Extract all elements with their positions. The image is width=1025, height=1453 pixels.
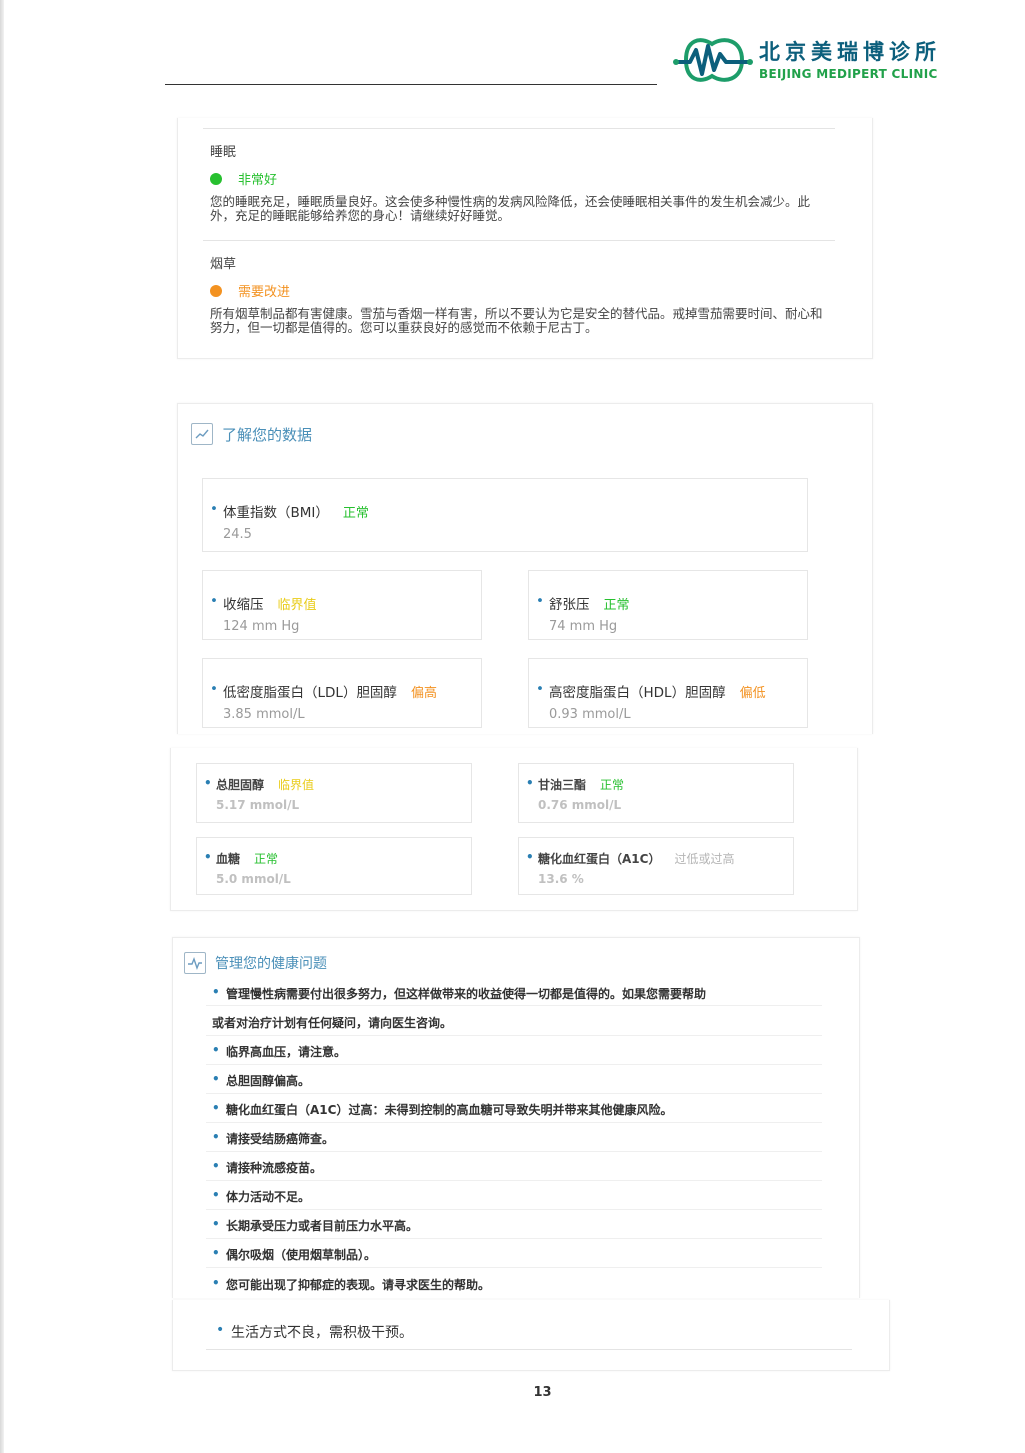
page-number: 13 — [533, 1385, 552, 1400]
metric-name: 甘油三酯正常 — [526, 776, 625, 793]
manage-item: 长期承受压力或者目前压力水平高。 — [212, 1217, 418, 1234]
divider — [203, 240, 835, 241]
manage-item: 请接种流感疫苗。 — [212, 1159, 322, 1176]
metric-status: 临界值 — [277, 598, 317, 613]
metric-status: 偏低 — [739, 686, 766, 701]
metric-value: 0.76 mmol/L — [538, 798, 622, 812]
divider — [206, 1209, 822, 1210]
page-edge-shadow — [0, 0, 4, 1453]
metric-status: 正常 — [254, 852, 279, 866]
header-rule — [165, 84, 657, 85]
metric-value: 24.5 — [223, 527, 252, 542]
pulse-icon — [184, 952, 206, 974]
metric-a1c: 糖化血红蛋白（A1C）过低或过高 13.6 % — [518, 837, 794, 895]
manage-intro-continued: 或者对治疗计划有任何疑问，请向医生咨询。 — [212, 1016, 453, 1030]
manage-item: 请接受结肠癌筛查。 — [212, 1130, 334, 1147]
manage-health-title: 管理您的健康问题 — [215, 956, 327, 972]
metric-value: 13.6 % — [538, 872, 584, 886]
divider — [206, 1238, 822, 1239]
manage-item: 临界高血压，请注意。 — [212, 1043, 346, 1060]
metric-value: 0.93 mmol/L — [549, 707, 631, 722]
metric-total-cholesterol: 总胆固醇临界值 5.17 mmol/L — [196, 763, 472, 823]
manage-item: 总胆固醇偏高。 — [212, 1072, 310, 1089]
logo-name-en: BEIJING MEDIPERT CLINIC — [759, 67, 938, 81]
divider — [206, 1267, 822, 1268]
logo-name-cn: 北京美瑞博诊所 — [759, 40, 941, 64]
metric-name: 体重指数（BMI）正常 — [210, 501, 369, 521]
tobacco-title: 烟草 — [210, 257, 237, 272]
metric-value: 74 mm Hg — [549, 619, 618, 634]
metric-triglycerides: 甘油三酯正常 0.76 mmol/L — [518, 763, 794, 823]
metric-hdl: 高密度脂蛋白（HDL）胆固醇偏低 0.93 mmol/L — [528, 658, 808, 728]
metric-diastolic: 舒张压正常 74 mm Hg — [528, 570, 808, 640]
metric-status: 临界值 — [278, 778, 315, 792]
metric-name: 高密度脂蛋白（HDL）胆固醇偏低 — [536, 681, 766, 701]
divider — [206, 1035, 822, 1036]
metric-value: 3.85 mmol/L — [223, 707, 305, 722]
metric-name: 舒张压正常 — [536, 593, 630, 613]
metric-name: 总胆固醇临界值 — [204, 776, 315, 793]
know-data-title: 了解您的数据 — [222, 426, 313, 444]
divider — [206, 1180, 822, 1181]
divider — [206, 1093, 822, 1094]
manage-item: 体力活动不足。 — [212, 1188, 310, 1205]
clinic-logo-icon — [673, 38, 753, 82]
metric-value: 5.0 mmol/L — [216, 872, 291, 886]
metric-name: 糖化血红蛋白（A1C）过低或过高 — [526, 850, 735, 867]
metric-status: 正常 — [342, 506, 369, 521]
metric-systolic: 收缩压临界值 124 mm Hg — [202, 570, 482, 640]
tobacco-text: 所有烟草制品都有害健康。雪茄与香烟一样有害，所以不要认为它是安全的替代品。戒掉雪… — [210, 306, 823, 335]
status-dot-green — [210, 173, 222, 185]
sleep-title: 睡眠 — [210, 145, 237, 160]
chart-icon — [191, 423, 213, 445]
metric-bmi: 体重指数（BMI）正常 24.5 — [202, 478, 808, 552]
metric-ldl: 低密度脂蛋白（LDL）胆固醇偏高 3.85 mmol/L — [202, 658, 482, 728]
metric-name: 血糖正常 — [204, 850, 279, 867]
manage-item-last: 生活方式不良，需积极干预。 — [216, 1322, 413, 1342]
manage-item: 偶尔吸烟（使用烟草制品）。 — [212, 1246, 376, 1263]
metric-blood-glucose: 血糖正常 5.0 mmol/L — [196, 837, 472, 895]
divider — [206, 1064, 822, 1065]
divider — [206, 1005, 822, 1006]
manage-item: 您可能出现了抑郁症的表现。请寻求医生的帮助。 — [212, 1276, 490, 1293]
metric-status: 正常 — [600, 778, 625, 792]
divider — [206, 1122, 822, 1123]
divider — [206, 1151, 822, 1152]
divider — [203, 128, 835, 129]
clinic-logo: 北京美瑞博诊所 BEIJING MEDIPERT CLINIC — [672, 30, 962, 90]
metric-status: 过低或过高 — [674, 852, 735, 866]
status-dot-orange — [210, 285, 222, 297]
sleep-text: 您的睡眠充足，睡眠质量良好。这会使多种慢性病的发病风险降低，还会使睡眠相关事件的… — [210, 194, 811, 223]
tobacco-status: 需要改进 — [238, 285, 291, 300]
manage-intro: 管理慢性病需要付出很多努力，但这样做带来的收益使得一切都是值得的。如果您需要帮助 — [212, 985, 706, 1002]
metric-status: 正常 — [603, 598, 630, 613]
divider — [206, 1349, 852, 1350]
metric-status: 偏高 — [410, 686, 437, 701]
metric-name: 低密度脂蛋白（LDL）胆固醇偏高 — [210, 681, 437, 701]
metric-value: 124 mm Hg — [223, 619, 300, 634]
metric-name: 收缩压临界值 — [210, 593, 317, 613]
metric-value: 5.17 mmol/L — [216, 798, 300, 812]
manage-item: 糖化血红蛋白（A1C）过高：未得到控制的高血糖可导致失明并带来其他健康风险。 — [212, 1101, 672, 1118]
sleep-status: 非常好 — [238, 173, 278, 188]
